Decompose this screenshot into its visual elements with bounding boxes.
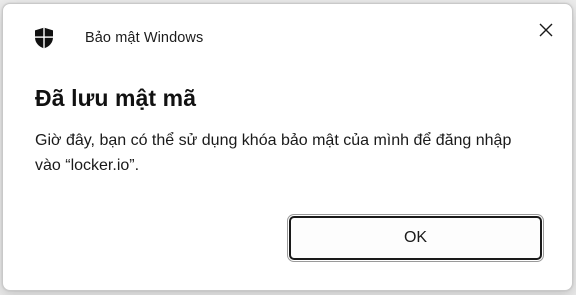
close-icon <box>539 23 553 42</box>
ok-button-label: OK <box>403 229 428 246</box>
security-dialog: Bảo mật Windows Đã lưu mật mã Giờ đây, b… <box>2 3 573 291</box>
dialog-titlebar: Bảo mật Windows <box>3 4 572 70</box>
dialog-heading: Đã lưu mật mã <box>35 85 197 111</box>
close-button[interactable] <box>530 17 562 47</box>
shield-icon <box>34 27 54 49</box>
dialog-message: Giờ đây, bạn có thể sử dụng khóa bảo mật… <box>35 132 512 174</box>
ok-button[interactable]: OK <box>287 214 544 262</box>
app-title: Bảo mật Windows <box>85 30 204 46</box>
